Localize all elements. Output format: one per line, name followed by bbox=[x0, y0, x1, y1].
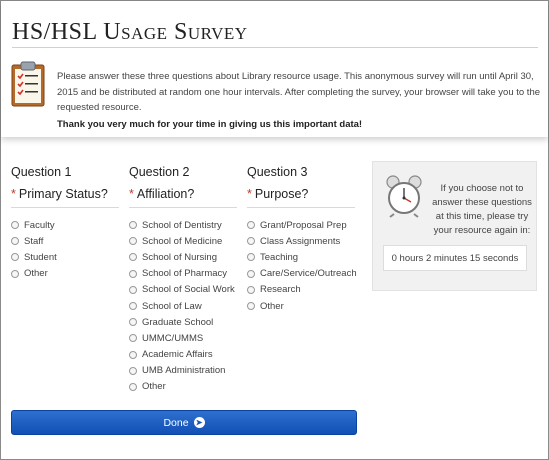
radio-option[interactable]: Staff bbox=[11, 233, 119, 249]
option-label: School of Social Work bbox=[142, 284, 235, 296]
required-mark: * bbox=[11, 187, 16, 201]
radio-option[interactable]: Graduate School bbox=[129, 314, 237, 330]
required-mark: * bbox=[129, 187, 134, 201]
radio-option[interactable]: Care/Service/Outreach bbox=[247, 266, 357, 282]
options-list: Grant/Proposal Prep Class Assignments Teac… bbox=[247, 217, 357, 314]
radio-button[interactable] bbox=[129, 350, 137, 359]
question-divider bbox=[247, 207, 355, 208]
question-number: Question 3 bbox=[247, 165, 308, 179]
option-label: Grant/Proposal Prep bbox=[260, 219, 347, 231]
option-label: School of Medicine bbox=[142, 235, 223, 247]
option-label: Other bbox=[24, 268, 48, 280]
radio-option[interactable]: Teaching bbox=[247, 249, 355, 265]
radio-button[interactable] bbox=[129, 302, 137, 311]
question-1: Question 1 * Primary Status? Faculty Staff… bbox=[11, 165, 119, 282]
question-divider bbox=[129, 207, 237, 208]
clipboard-icon bbox=[11, 61, 45, 107]
skip-panel: If you choose not to answer these questi… bbox=[372, 161, 537, 291]
radio-button[interactable] bbox=[129, 366, 137, 375]
alarm-clock-icon bbox=[386, 175, 422, 218]
question-text: Purpose? bbox=[254, 187, 309, 201]
radio-button[interactable] bbox=[247, 221, 255, 230]
survey-header: HS/HSL Usage Survey Please answer these … bbox=[1, 1, 548, 137]
options-list: School of Dentistry School of Medicine Sch… bbox=[129, 217, 237, 395]
radio-option[interactable]: Grant/Proposal Prep bbox=[247, 217, 355, 233]
option-label: Teaching bbox=[260, 251, 299, 263]
radio-button[interactable] bbox=[129, 221, 137, 230]
radio-option[interactable]: School of Law bbox=[129, 298, 237, 314]
option-label: Class Assignments bbox=[260, 235, 341, 247]
radio-button[interactable] bbox=[129, 237, 137, 246]
radio-button[interactable] bbox=[129, 253, 137, 262]
done-label: Done bbox=[163, 416, 189, 429]
radio-button[interactable] bbox=[11, 253, 19, 262]
radio-option[interactable]: School of Pharmacy bbox=[129, 266, 237, 282]
option-label: Faculty bbox=[24, 219, 55, 231]
options-list: Faculty Staff Student Other bbox=[11, 217, 119, 282]
done-button[interactable]: Done ➤ bbox=[11, 410, 357, 435]
radio-option[interactable]: Other bbox=[11, 266, 119, 282]
radio-button[interactable] bbox=[247, 302, 255, 311]
question-number: Question 1 bbox=[11, 165, 72, 179]
radio-option[interactable]: School of Nursing bbox=[129, 249, 237, 265]
radio-option[interactable]: Other bbox=[247, 298, 355, 314]
radio-option[interactable]: Other bbox=[129, 379, 237, 395]
option-label: Graduate School bbox=[142, 316, 214, 328]
option-label: School of Law bbox=[142, 300, 202, 312]
radio-button[interactable] bbox=[11, 237, 19, 246]
option-label: Student bbox=[24, 251, 57, 263]
title-divider bbox=[12, 47, 538, 48]
radio-option[interactable]: UMMC/UMMS bbox=[129, 330, 237, 346]
radio-button[interactable] bbox=[247, 253, 255, 262]
radio-button[interactable] bbox=[247, 269, 255, 278]
question-number: Question 2 bbox=[129, 165, 190, 179]
option-label: Academic Affairs bbox=[142, 349, 213, 361]
option-label: School of Dentistry bbox=[142, 219, 222, 231]
radio-option[interactable]: School of Medicine bbox=[129, 233, 237, 249]
intro-text: Please answer these three questions abou… bbox=[57, 71, 541, 113]
radio-option[interactable]: Faculty bbox=[11, 217, 119, 233]
radio-option[interactable]: Academic Affairs bbox=[129, 347, 237, 363]
radio-option[interactable]: Research bbox=[247, 282, 355, 298]
option-label: Other bbox=[260, 300, 284, 312]
question-3: Question 3 * Purpose? Grant/Proposal Prep… bbox=[247, 165, 357, 314]
question-2: Question 2 * Affiliation? School of Denti… bbox=[129, 165, 237, 395]
required-mark: * bbox=[247, 187, 252, 201]
option-label: School of Nursing bbox=[142, 251, 217, 263]
option-label: School of Pharmacy bbox=[142, 268, 228, 280]
option-label: Staff bbox=[24, 235, 44, 247]
radio-button[interactable] bbox=[247, 285, 255, 294]
question-label: * Primary Status? bbox=[11, 187, 119, 201]
radio-button[interactable] bbox=[129, 318, 137, 327]
question-label: * Affiliation? bbox=[129, 187, 237, 201]
radio-button[interactable] bbox=[11, 269, 19, 278]
skip-message: If you choose not to answer these questi… bbox=[432, 183, 532, 236]
radio-option[interactable]: Student bbox=[11, 249, 119, 265]
radio-button[interactable] bbox=[129, 285, 137, 294]
arrow-right-circle-icon: ➤ bbox=[193, 417, 205, 428]
option-label: Care/Service/Outreach bbox=[260, 268, 357, 280]
radio-button[interactable] bbox=[11, 221, 19, 230]
option-label: Research bbox=[260, 284, 301, 296]
radio-button[interactable] bbox=[129, 269, 137, 278]
radio-option[interactable]: UMB Administration bbox=[129, 363, 237, 379]
radio-option[interactable]: School of Social Work bbox=[129, 282, 237, 298]
question-divider bbox=[11, 207, 119, 208]
radio-option[interactable]: Class Assignments bbox=[247, 233, 355, 249]
option-label: UMB Administration bbox=[142, 365, 226, 377]
radio-button[interactable] bbox=[129, 382, 137, 391]
option-label: Other bbox=[142, 381, 166, 393]
thanks-text: Thank you very much for your time in giv… bbox=[57, 119, 363, 130]
radio-button[interactable] bbox=[129, 334, 137, 343]
question-text: Affiliation? bbox=[136, 187, 195, 201]
question-text: Primary Status? bbox=[18, 187, 108, 201]
option-label: UMMC/UMMS bbox=[142, 332, 204, 344]
countdown-timer: 0 hours 2 minutes 15 seconds bbox=[383, 245, 527, 271]
radio-option[interactable]: School of Dentistry bbox=[129, 217, 237, 233]
page-title: HS/HSL Usage Survey bbox=[12, 19, 248, 45]
radio-button[interactable] bbox=[247, 237, 255, 246]
question-label: * Purpose? bbox=[247, 187, 355, 201]
